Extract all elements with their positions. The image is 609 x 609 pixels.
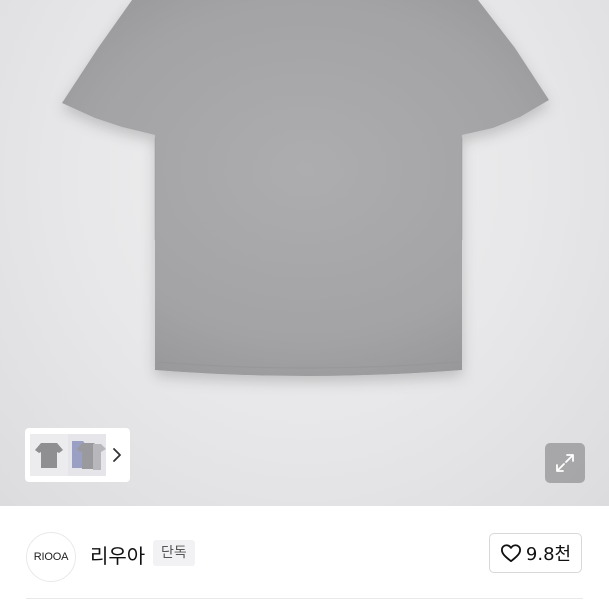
thumbnail-strip: [25, 428, 130, 482]
like-count: 9.8천: [525, 544, 572, 565]
like-button[interactable]: 9.8천: [489, 533, 582, 573]
brand-bar: RIOOA 리우아 단독 9.8천: [0, 506, 609, 609]
brand-name[interactable]: 리우아: [90, 540, 145, 569]
divider: [26, 598, 583, 599]
product-image-area[interactable]: [0, 0, 609, 506]
brand-logo[interactable]: RIOOA: [26, 532, 76, 582]
tshirt-thumbnail-icon: [35, 443, 63, 468]
heart-outline-icon: [500, 544, 521, 563]
next-thumbnail-button[interactable]: [109, 440, 125, 470]
tshirt-set-thumbnail-icon: [72, 441, 106, 470]
thumbnail-2[interactable]: [68, 434, 106, 476]
expand-image-button[interactable]: [545, 443, 585, 483]
brand-logo-text: RIOOA: [33, 551, 69, 563]
exclusive-badge: 단독: [153, 540, 195, 566]
expand-icon: [556, 454, 574, 472]
thumbnail-1[interactable]: [30, 434, 68, 476]
chevron-right-icon: [113, 448, 121, 462]
